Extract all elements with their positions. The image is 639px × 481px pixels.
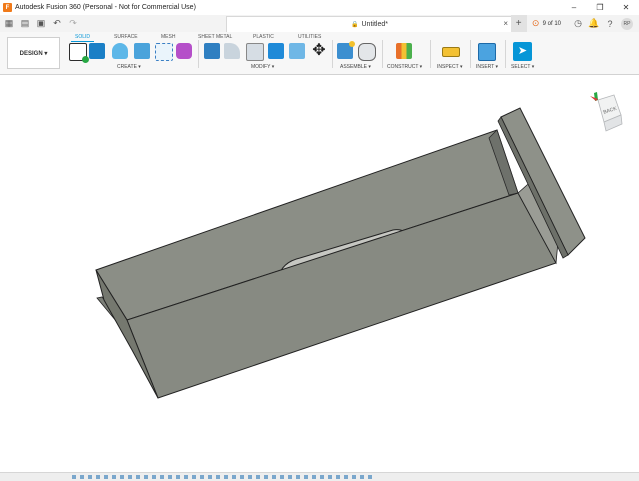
clock-icon[interactable]: ◷ — [571, 17, 585, 31]
job-status-count: 9 of 10 — [542, 20, 561, 27]
tab-solid[interactable]: SOLID — [70, 34, 95, 42]
press-pull-icon[interactable] — [204, 43, 220, 59]
canvas-viewport[interactable]: BACK — [0, 75, 639, 472]
viewcube[interactable]: BACK — [590, 92, 623, 132]
close-window-button[interactable]: ✕ — [613, 0, 639, 15]
redo-icon[interactable]: ↷ — [66, 17, 80, 31]
revolve-icon[interactable] — [112, 43, 128, 59]
title-bar: F Autodesk Fusion 360 (Personal - Not fo… — [0, 0, 639, 16]
measure-icon[interactable] — [442, 47, 460, 57]
create-sketch-icon[interactable] — [69, 43, 89, 63]
lock-icon: 🔒 — [351, 22, 359, 28]
model-canvas[interactable]: BACK — [0, 75, 639, 472]
fillet-icon[interactable] — [224, 43, 240, 59]
construct-group-menu[interactable]: CONSTRUCT ▾ — [387, 64, 422, 70]
document-title: Untitled* — [361, 21, 388, 28]
extrude-icon[interactable] — [89, 43, 105, 59]
hole-icon[interactable] — [134, 43, 150, 59]
app-grid-icon[interactable]: ▦ — [2, 17, 16, 31]
ribbon-separator — [505, 40, 506, 68]
ribbon-separator — [470, 40, 471, 68]
window-title: Autodesk Fusion 360 (Personal - Not for … — [15, 4, 196, 11]
document-tab[interactable]: 🔒 Untitled* × — [226, 16, 513, 32]
help-icon[interactable]: ? — [603, 17, 617, 31]
tab-mesh[interactable]: MESH — [161, 34, 175, 40]
ribbon-separator — [430, 40, 431, 68]
ribbon-separator — [198, 40, 199, 68]
inspect-group-menu[interactable]: INSPECT ▾ — [437, 64, 462, 70]
fusion-app-icon: F — [3, 3, 12, 12]
file-menu-icon[interactable]: ▤ — [18, 17, 32, 31]
pattern-icon[interactable] — [155, 43, 173, 61]
new-tab-button[interactable]: + — [510, 15, 527, 32]
joint-icon[interactable] — [358, 43, 376, 61]
undo-icon[interactable]: ↶ — [50, 17, 64, 31]
quick-access-bar: ▦ ▤ ▣ ↶ ↷ 🔒 Untitled* × + ⊙ 9 of 10 ◷ 🔔 … — [0, 15, 639, 33]
chamfer-icon[interactable] — [246, 43, 264, 61]
select-cursor-icon[interactable]: ➤ — [513, 42, 532, 61]
modify-group-menu[interactable]: MODIFY ▾ — [251, 64, 274, 70]
save-icon[interactable]: ▣ — [34, 17, 48, 31]
close-tab-button[interactable]: × — [503, 19, 508, 28]
ribbon-separator — [332, 40, 333, 68]
tab-utilities[interactable]: UTILITIES — [298, 34, 321, 40]
minimize-button[interactable]: – — [561, 0, 587, 15]
shell-icon[interactable] — [268, 43, 284, 59]
tab-surface[interactable]: SURFACE — [114, 34, 138, 40]
assemble-group-menu[interactable]: ASSEMBLE ▾ — [340, 64, 371, 70]
timeline-features[interactable] — [72, 475, 372, 479]
insert-image-icon[interactable] — [478, 43, 496, 61]
tab-plastic[interactable]: PLASTIC — [253, 34, 274, 40]
maximize-button[interactable]: ❐ — [587, 0, 613, 15]
ribbon-toolbar: DESIGN ▾ SOLID SURFACE MESH SHEET METAL … — [0, 32, 639, 75]
workspace-switcher[interactable]: DESIGN ▾ — [7, 37, 60, 69]
new-component-icon[interactable] — [337, 41, 355, 59]
job-status-icon[interactable]: ⊙ — [529, 17, 543, 31]
offset-plane-icon[interactable] — [396, 43, 412, 59]
insert-group-menu[interactable]: INSERT ▾ — [476, 64, 498, 70]
user-avatar[interactable]: RP — [621, 17, 633, 30]
split-body-icon[interactable] — [289, 43, 305, 59]
select-group-menu[interactable]: SELECT ▾ — [511, 64, 534, 70]
move-copy-icon[interactable]: ✥ — [311, 43, 327, 59]
ribbon-separator — [382, 40, 383, 68]
tab-sheet-metal[interactable]: SHEET METAL — [198, 34, 232, 40]
form-icon[interactable] — [176, 43, 192, 59]
notifications-icon[interactable]: 🔔 — [587, 17, 601, 31]
create-group-menu[interactable]: CREATE ▾ — [117, 64, 141, 70]
